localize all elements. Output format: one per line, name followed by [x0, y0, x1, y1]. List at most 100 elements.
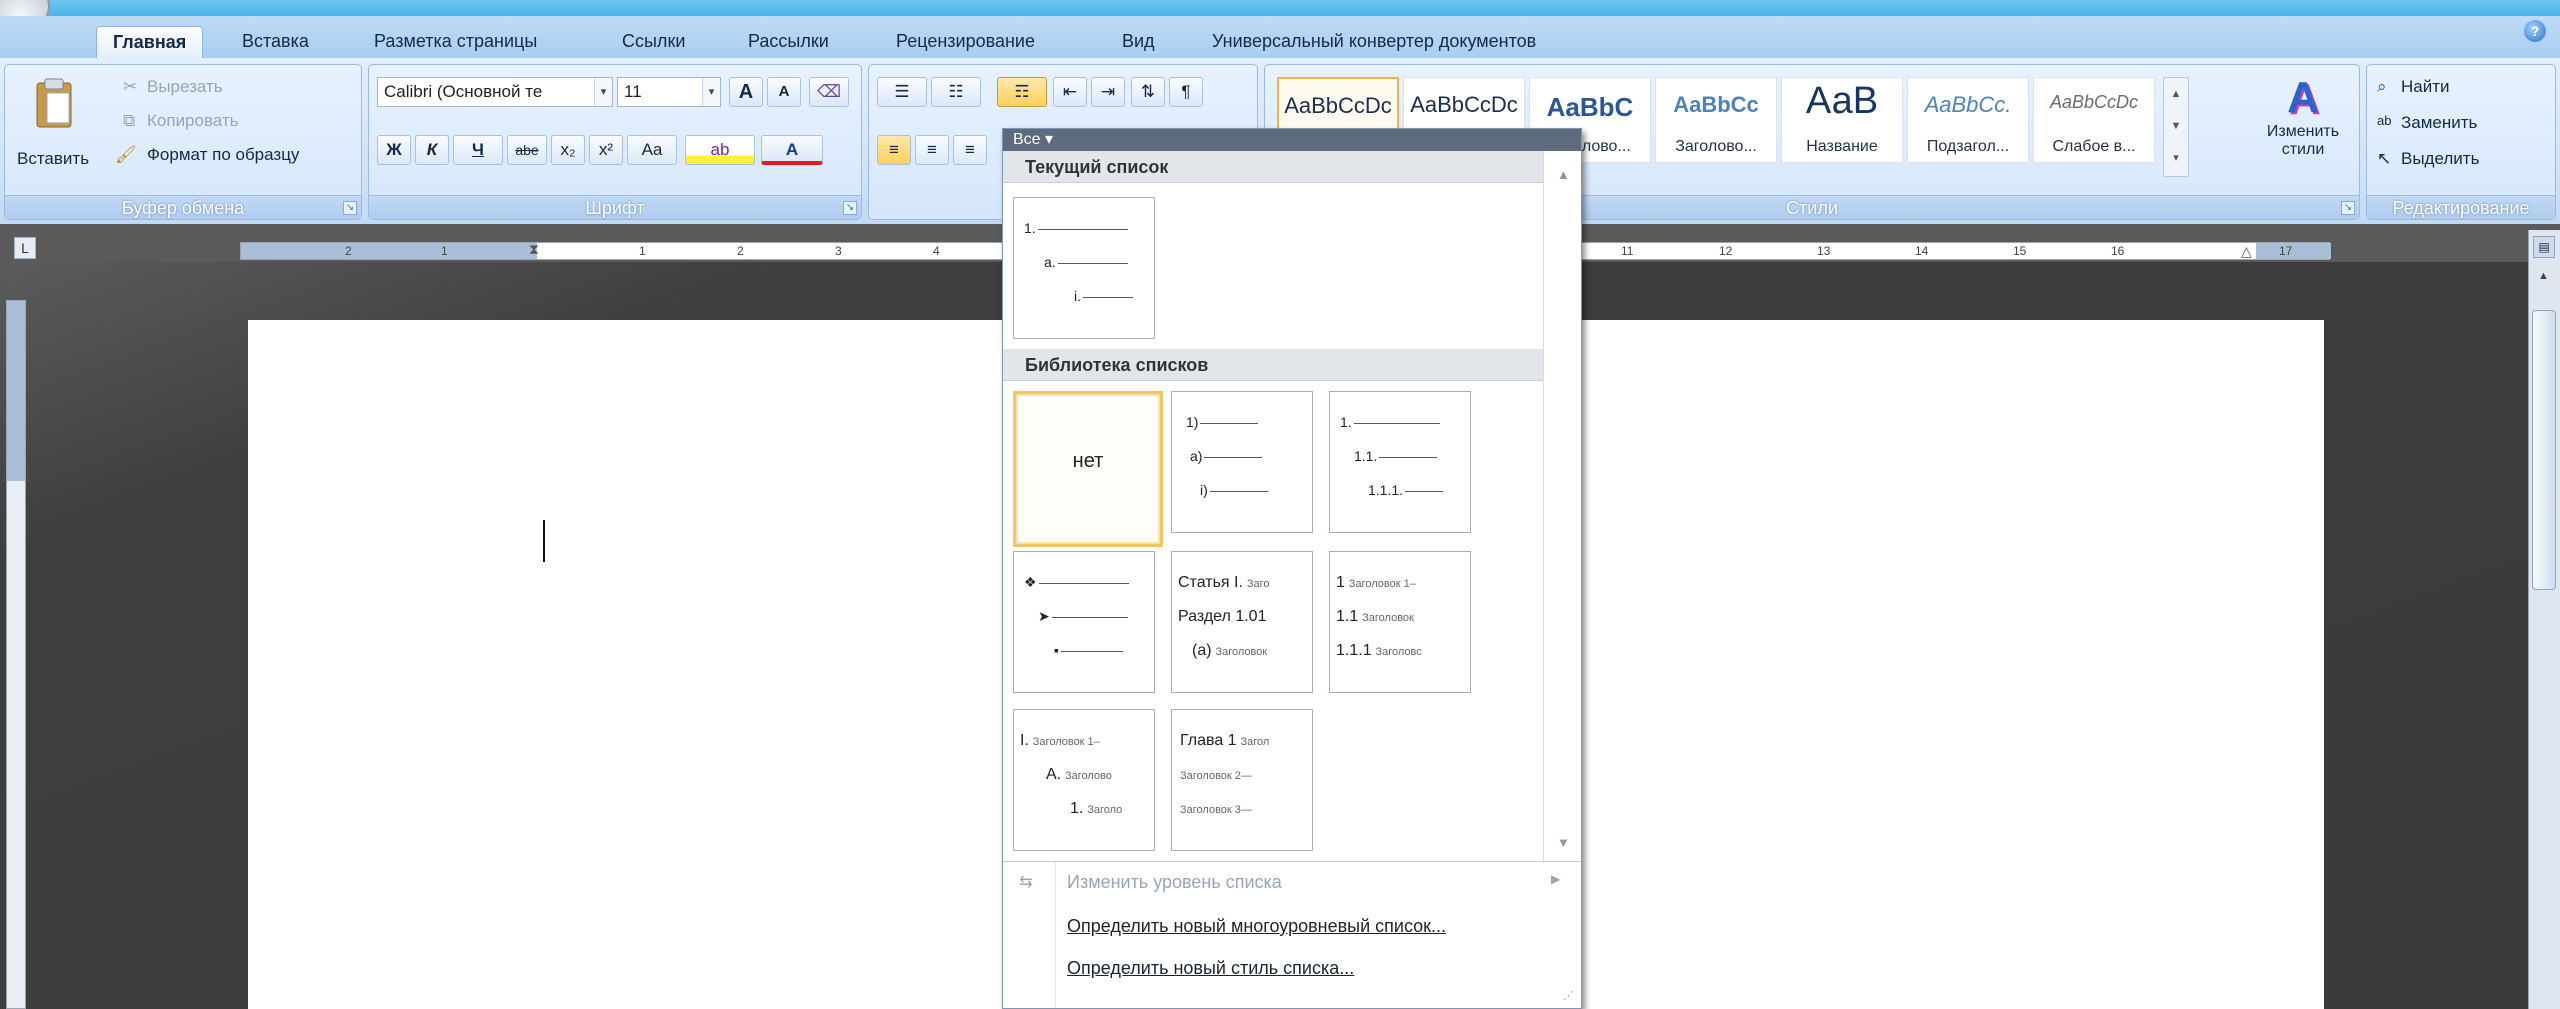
style-heading-2[interactable]: AaBbCc Заголово...: [1655, 77, 1777, 163]
format-painter-button[interactable]: 🖌 Формат по образцу: [115, 141, 355, 171]
font-launcher-icon[interactable]: ↘: [843, 201, 857, 215]
ruler-mark: 3: [835, 244, 842, 258]
find-button[interactable]: ⌕ Найти: [2377, 73, 2547, 103]
align-left-icon[interactable]: ≡: [877, 135, 911, 165]
filter-bar: Все ▾: [1003, 129, 1581, 151]
replace-icon: ab: [2377, 113, 2392, 128]
scroll-up-icon[interactable]: ▲: [1557, 167, 1570, 182]
bold-button[interactable]: Ж: [377, 135, 411, 165]
multilevel-list-dropdown: Все ▾ Текущий список 1. a. i. Библиотека…: [1002, 128, 1582, 1009]
highlight-color-icon[interactable]: ab: [685, 135, 755, 165]
list-heading-numbering-tile[interactable]: 1 Заголовок 1– 1.1 Заголовок 1.1.1 Загол…: [1329, 551, 1471, 693]
ruler-mark: 1: [441, 244, 448, 258]
bullets-icon[interactable]: ☰: [877, 77, 927, 107]
pilcrow-icon[interactable]: ¶: [1169, 77, 1203, 107]
dropdown-scrollbar[interactable]: ▲ ▼: [1543, 151, 1581, 861]
ruler-mark: 12: [1719, 244, 1733, 258]
list-paren-tile[interactable]: 1) a) i): [1171, 391, 1313, 533]
style-subtle-emphasis[interactable]: AaBbCcDc Слабое в...: [2033, 77, 2155, 163]
font-name-value: Calibri (Основной те: [384, 82, 543, 101]
shrink-font-button[interactable]: A: [767, 77, 801, 107]
superscript-button[interactable]: x²: [589, 135, 623, 165]
tab-home[interactable]: Главная: [96, 26, 204, 58]
list-article-tile[interactable]: Статья I. Заго Раздел 1.01 (a) Заголовок: [1171, 551, 1313, 693]
tab-references[interactable]: Ссылки: [606, 26, 701, 58]
indent-marker-icon[interactable]: ⧗: [529, 241, 539, 258]
tab-insert[interactable]: Вставка: [226, 26, 325, 58]
grow-font-button[interactable]: A: [729, 77, 763, 107]
font-color-icon[interactable]: A: [761, 135, 823, 165]
dropdown-menu: ⇆ Изменить уровень списка ▶ Определить н…: [1003, 861, 1581, 1008]
cut-button[interactable]: ✂ Вырезать: [123, 73, 323, 103]
tab-document-converter[interactable]: Универсальный конвертер документов: [1196, 26, 1552, 58]
decrease-indent-icon[interactable]: ⇤: [1053, 77, 1087, 107]
help-icon[interactable]: ?: [2524, 20, 2546, 42]
vertical-ruler[interactable]: [6, 300, 26, 1009]
tab-page-layout[interactable]: Разметка страницы: [358, 26, 553, 58]
align-center-icon[interactable]: ≡: [915, 135, 949, 165]
filter-all-button[interactable]: Все ▾: [1013, 130, 1053, 150]
font-group-label: Шрифт: [369, 195, 861, 219]
right-indent-marker-icon[interactable]: △: [2241, 243, 2252, 260]
tab-view[interactable]: Вид: [1106, 26, 1171, 58]
sort-icon[interactable]: ⇅: [1131, 77, 1165, 107]
find-label: Найти: [2401, 77, 2450, 96]
paste-label: Вставить: [17, 149, 90, 168]
multilevel-list-icon[interactable]: ☶: [997, 77, 1047, 107]
strikethrough-button[interactable]: abe: [507, 135, 547, 165]
list-bullets-tile[interactable]: ❖ ➤ ▪: [1013, 551, 1155, 693]
styles-launcher-icon[interactable]: ↘: [2341, 201, 2355, 215]
align-right-icon[interactable]: ≡: [953, 135, 987, 165]
clipboard-group-label: Буфер обмена: [5, 195, 361, 219]
select-button[interactable]: ↖ Выделить: [2377, 145, 2547, 175]
change-styles-button[interactable]: A Изменить стили: [2255, 69, 2351, 193]
scroll-down-icon[interactable]: ▼: [1557, 835, 1570, 850]
font-name-combo[interactable]: Calibri (Основной те ▾: [377, 77, 613, 107]
tab-stop-selector-icon[interactable]: L: [14, 237, 36, 259]
scroll-thumb[interactable]: [2532, 310, 2556, 590]
clipboard-icon: [36, 78, 72, 128]
scroll-up-icon[interactable]: ▲: [2538, 270, 2549, 282]
underline-button[interactable]: Ч: [453, 135, 503, 165]
clipboard-launcher-icon[interactable]: ↘: [343, 201, 357, 215]
tab-review[interactable]: Рецензирование: [880, 26, 1051, 58]
change-case-button[interactable]: Aa: [627, 135, 677, 165]
copy-button[interactable]: ⧉ Копировать: [123, 107, 323, 137]
styles-scroll-icon[interactable]: ▲ ▼ ▾: [2163, 77, 2189, 177]
clear-formatting-icon[interactable]: ⌫: [809, 77, 849, 107]
change-level-icon: ⇆: [1019, 874, 1033, 891]
paste-button[interactable]: Вставить: [17, 73, 90, 191]
list-decimal-tile[interactable]: 1. 1.1. 1.1.1.: [1329, 391, 1471, 533]
current-list-tile[interactable]: 1. a. i.: [1013, 197, 1155, 339]
list-chapter-tile[interactable]: Глава 1 Загол Заголовок 2— Заголовок 3—: [1171, 709, 1313, 851]
style-title[interactable]: АаВ Название: [1781, 77, 1903, 163]
vertical-ruler-margin: [7, 301, 25, 481]
tab-mailings[interactable]: Рассылки: [732, 26, 845, 58]
font-size-combo[interactable]: 11 ▾: [617, 77, 721, 107]
menu-define-multilevel-list[interactable]: Определить новый многоуровневый список..…: [1067, 916, 1446, 937]
menu-separator: [1055, 862, 1056, 1008]
clipboard-group: Вставить ✂ Вырезать ⧉ Копировать 🖌 Форма…: [4, 64, 362, 220]
increase-indent-icon[interactable]: ⇥: [1091, 77, 1125, 107]
italic-button[interactable]: К: [415, 135, 449, 165]
ruler-mark: 17: [2279, 244, 2293, 258]
editing-group-label: Редактирование: [2367, 195, 2555, 219]
change-styles-label: Изменить стили: [2266, 123, 2340, 158]
ruler-mark: 16: [2111, 244, 2125, 258]
replace-button[interactable]: ab Заменить: [2377, 109, 2547, 139]
ruler-mark: 11: [1621, 244, 1634, 258]
scissors-icon: ✂: [123, 77, 138, 96]
numbering-icon[interactable]: ☷: [931, 77, 981, 107]
subscript-button[interactable]: x₂: [551, 135, 585, 165]
ruler-margin-left: [241, 243, 537, 259]
vertical-scrollbar[interactable]: ▤ ▲: [2528, 230, 2560, 1009]
style-subtitle[interactable]: AaBbCc. Подзагол...: [1907, 77, 2029, 163]
list-library-header: Библиотека списков: [1003, 349, 1543, 381]
list-roman-tile[interactable]: I. Заголовок 1– A. Заголово 1. Заголо: [1013, 709, 1155, 851]
menu-define-list-style[interactable]: Определить новый стиль списка...: [1067, 958, 1354, 979]
list-none-label: нет: [1072, 450, 1104, 472]
menu-change-list-level[interactable]: Изменить уровень списка: [1067, 872, 1282, 893]
resize-grip-icon[interactable]: ⋰: [1563, 989, 1577, 1003]
list-none-tile[interactable]: нет: [1013, 391, 1163, 547]
ruler-toggle-icon[interactable]: ▤: [2533, 236, 2555, 258]
